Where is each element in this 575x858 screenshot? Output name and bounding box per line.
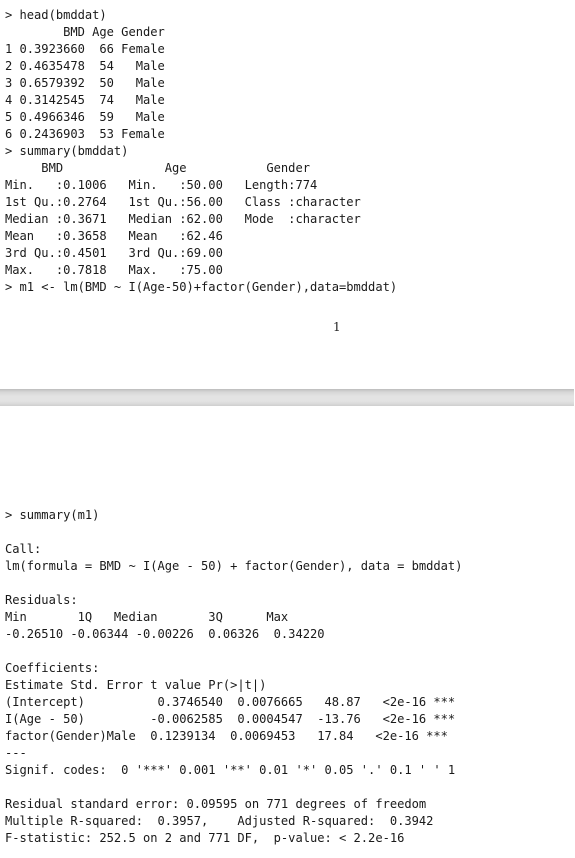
separator-dashes: ---	[5, 746, 27, 760]
summary-table-row: Max. :0.7818 Max. :75.00	[5, 263, 376, 277]
summary-table-row: 3rd Qu.:0.4501 3rd Qu.:69.00	[5, 246, 376, 260]
residuals-heading: Residuals:	[5, 593, 78, 607]
summary-table-row: 1st Qu.:0.2764 1st Qu.:56.00 Class :char…	[5, 195, 376, 209]
residuals-values: -0.26510 -0.06344 -0.00226 0.06326 0.342…	[5, 627, 325, 641]
head-table-row: 4 0.3142545 74 Male	[5, 93, 165, 107]
call-formula: lm(formula = BMD ~ I(Age - 50) + factor(…	[5, 559, 463, 573]
summary-table-row: Median :0.3671 Median :62.00 Mode :chara…	[5, 212, 376, 226]
coefficient-row-intercept: (Intercept) 0.3746540 0.0076665 48.87 <2…	[5, 695, 456, 709]
r-console-output-page-2: > summary(m1) Call: lm(formula = BMD ~ I(A…	[5, 507, 462, 847]
head-table-row: 6 0.2436903 53 Female	[5, 127, 165, 141]
residuals-header: Min 1Q Median 3Q Max	[5, 610, 289, 624]
head-table-row: 2 0.4635478 54 Male	[5, 59, 165, 73]
r-squared: Multiple R-squared: 0.3957, Adjusted R-s…	[5, 814, 434, 828]
document-page-1: > head(bmddat) BMD Age Gender 1 0.3923660…	[0, 0, 575, 389]
command-line-lm: > m1 <- lm(BMD ~ I(Age-50)+factor(Gender…	[5, 280, 398, 294]
summary-table-header: BMD Age Gender	[5, 161, 376, 175]
call-heading: Call:	[5, 542, 42, 556]
head-table-row: 5 0.4966346 59 Male	[5, 110, 165, 124]
head-table-row: 1 0.3923660 66 Female	[5, 42, 165, 56]
page-number: 1	[333, 320, 341, 334]
document-page-2: > summary(m1) Call: lm(formula = BMD ~ I(A…	[0, 406, 575, 858]
head-table-row: 3 0.6579392 50 Male	[5, 76, 165, 90]
coefficients-header: Estimate Std. Error t value Pr(>|t|)	[5, 678, 267, 692]
coefficient-row-gender: factor(Gender)Male 0.1239134 0.0069453 1…	[5, 729, 448, 743]
command-line-summary-m1: > summary(m1)	[5, 508, 100, 522]
summary-table-row: Min. :0.1006 Min. :50.00 Length:774	[5, 178, 376, 192]
coefficient-row-age: I(Age - 50) -0.0062585 0.0004547 -13.76 …	[5, 712, 456, 726]
command-line-head: > head(bmddat)	[5, 8, 107, 22]
signif-codes: Signif. codes: 0 '***' 0.001 '**' 0.01 '…	[5, 763, 456, 777]
page-break-separator	[0, 389, 574, 406]
command-line-summary-bmddat: > summary(bmddat)	[5, 144, 129, 158]
r-console-output-page-1: > head(bmddat) BMD Age Gender 1 0.3923660…	[5, 7, 397, 296]
head-table-header: BMD Age Gender	[5, 25, 165, 39]
coefficients-heading: Coefficients:	[5, 661, 100, 675]
summary-table-row: Mean :0.3658 Mean :62.46	[5, 229, 376, 243]
residual-standard-error: Residual standard error: 0.09595 on 771 …	[5, 797, 427, 811]
f-statistic: F-statistic: 252.5 on 2 and 771 DF, p-va…	[5, 831, 405, 845]
